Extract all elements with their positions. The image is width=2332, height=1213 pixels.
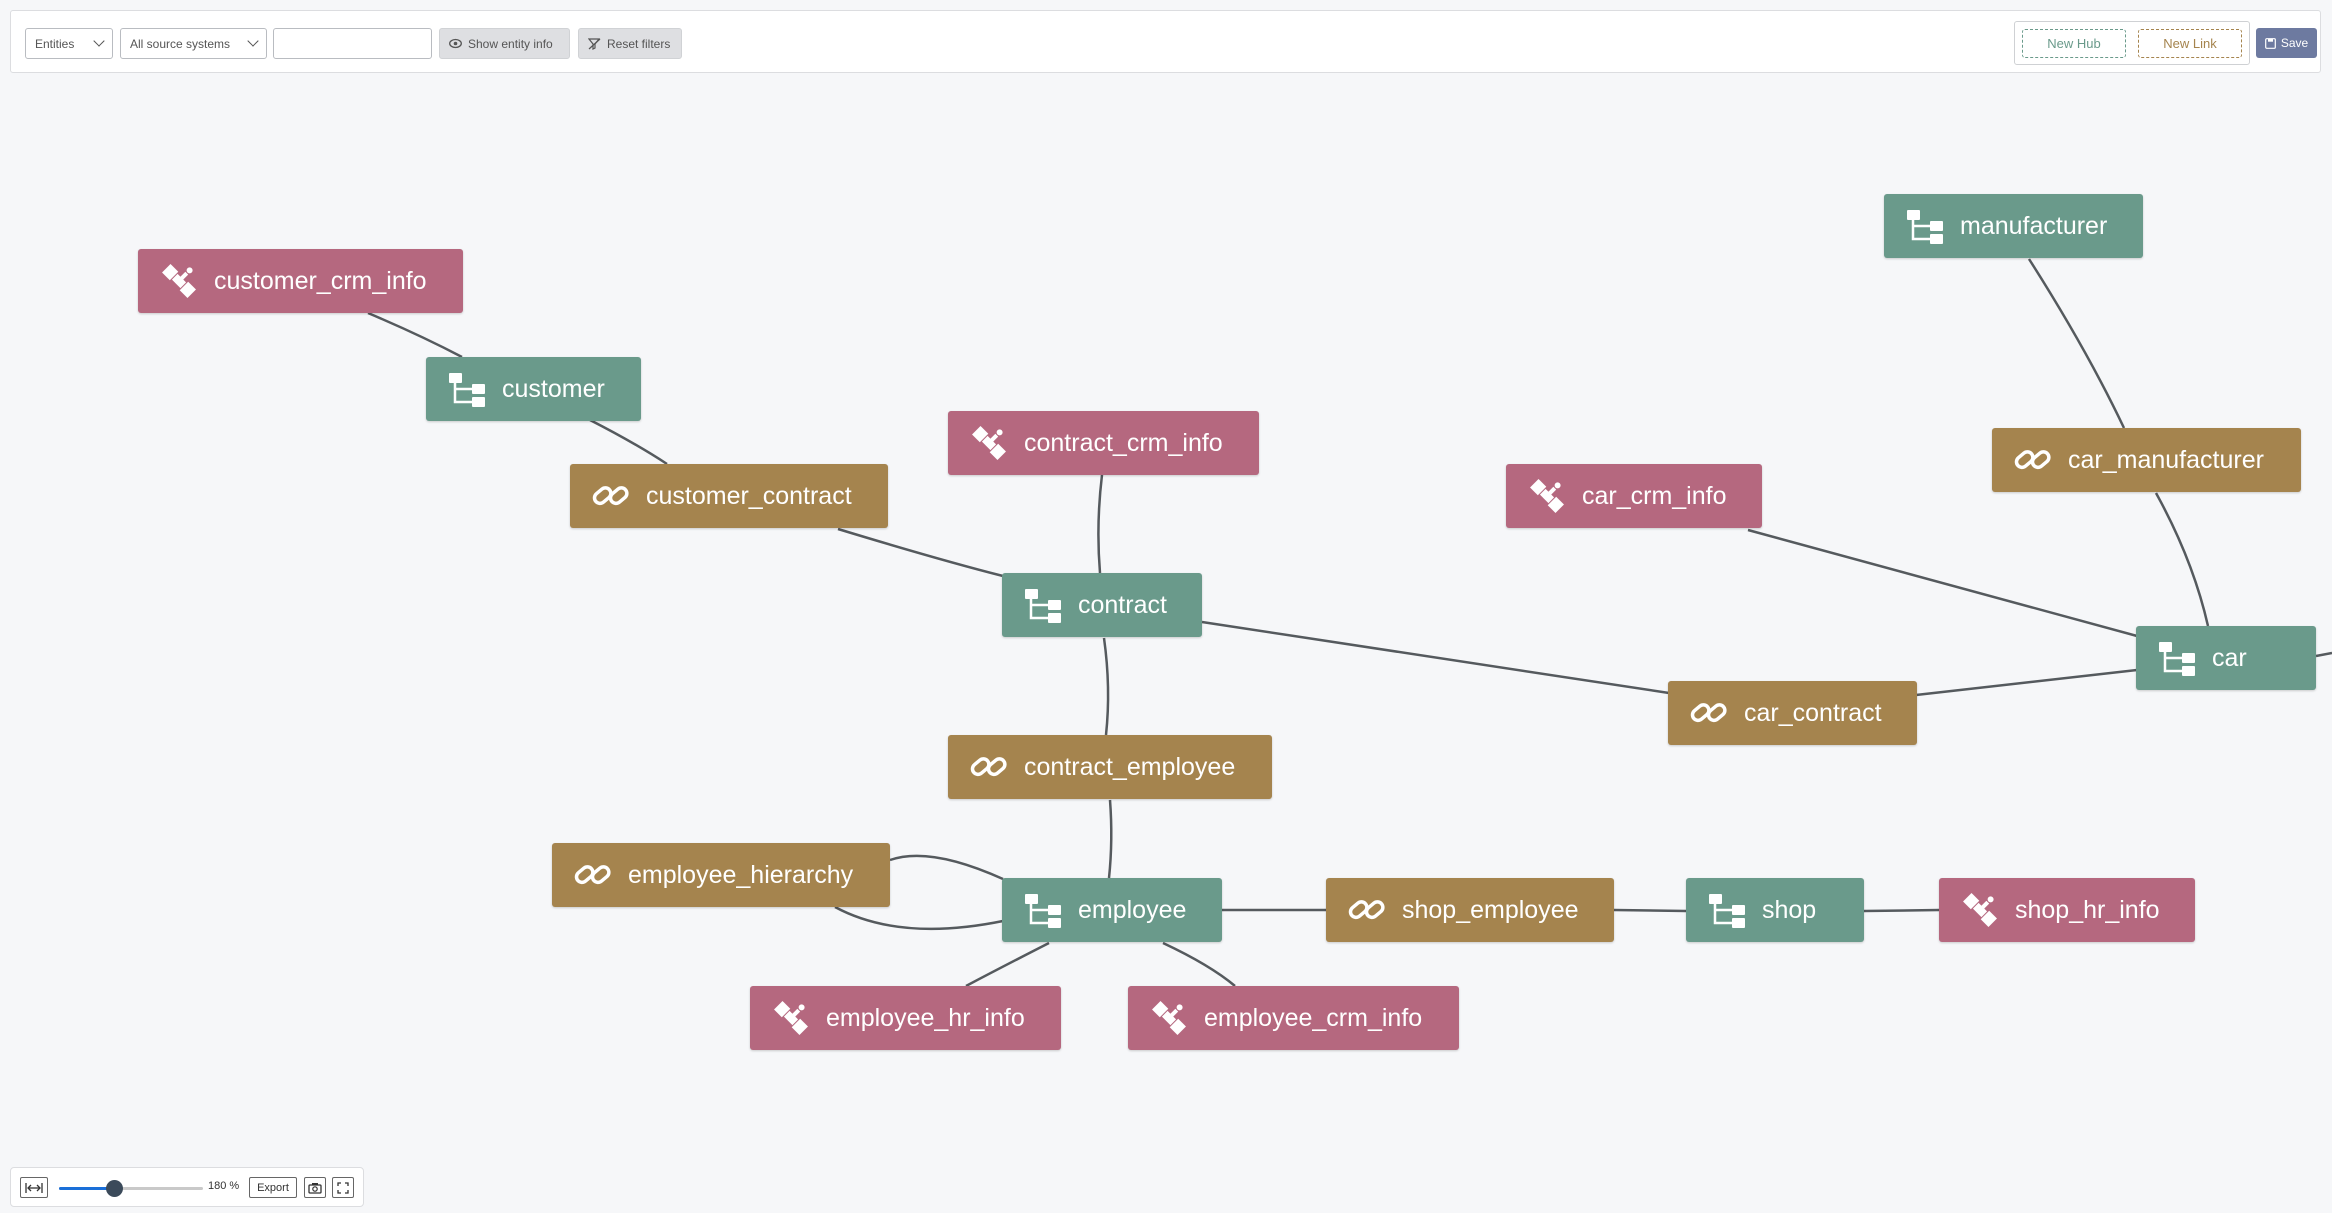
node-shop[interactable]: shop bbox=[1686, 878, 1864, 942]
hub-icon bbox=[2157, 638, 2197, 678]
edge-employee-hierarchy-employee-top bbox=[889, 854, 1004, 881]
link-chain-icon bbox=[2013, 440, 2053, 480]
link-chain-icon bbox=[591, 476, 631, 516]
node-label: car bbox=[2212, 643, 2247, 672]
node-label: customer bbox=[502, 374, 605, 403]
link-chain-icon bbox=[969, 747, 1009, 787]
edge-car-offscreen bbox=[2315, 651, 2332, 658]
node-employee-crm-info[interactable]: employee_crm_info bbox=[1128, 986, 1459, 1050]
node-customer-contract[interactable]: customer_contract bbox=[570, 464, 888, 528]
node-label: employee bbox=[1078, 895, 1187, 924]
satellite-icon bbox=[1149, 998, 1189, 1038]
satellite-icon bbox=[771, 998, 811, 1038]
node-car[interactable]: car bbox=[2136, 626, 2316, 690]
zoom-slider-thumb[interactable] bbox=[105, 1180, 123, 1197]
satellite-icon bbox=[159, 261, 199, 301]
zoom-value: 180 bbox=[208, 1180, 227, 1192]
edge-employee-hierarchy-employee-bottom bbox=[834, 905, 1004, 931]
node-label: car_crm_info bbox=[1582, 481, 1727, 510]
node-label: shop_employee bbox=[1402, 895, 1579, 924]
fullscreen-icon bbox=[337, 1181, 349, 1194]
edge-customer-crm-info-customer bbox=[367, 311, 463, 359]
hub-icon bbox=[1023, 890, 1063, 930]
hub-icon bbox=[1023, 585, 1063, 625]
edge-car-manufacturer-car bbox=[2154, 492, 2210, 627]
edge-contract-crm-info-contract bbox=[1097, 474, 1104, 574]
edge-customer-contract-contract bbox=[837, 527, 1004, 578]
camera-icon bbox=[308, 1182, 322, 1194]
node-label: shop_hr_info bbox=[2015, 895, 2160, 924]
node-label: car_contract bbox=[1744, 698, 1882, 727]
node-employee-hr-info[interactable]: employee_hr_info bbox=[750, 986, 1061, 1050]
export-label: Export bbox=[257, 1181, 289, 1194]
node-label: employee_hr_info bbox=[826, 1003, 1025, 1032]
node-customer[interactable]: customer bbox=[426, 357, 641, 421]
edge-customer-customer-contract bbox=[589, 418, 668, 466]
node-label: contract_employee bbox=[1024, 752, 1236, 781]
zoom-unit: % bbox=[229, 1180, 240, 1192]
link-chain-icon bbox=[1689, 693, 1729, 733]
node-contract-employee[interactable]: contract_employee bbox=[948, 735, 1272, 799]
node-shop-employee[interactable]: shop_employee bbox=[1326, 878, 1614, 942]
zoom-controls: 180 % Export bbox=[10, 1167, 364, 1207]
edge-contract-employee-employee bbox=[1107, 799, 1113, 879]
node-label: car_manufacturer bbox=[2068, 445, 2264, 474]
node-contract-crm-info[interactable]: contract_crm_info bbox=[948, 411, 1259, 475]
fit-width-button[interactable] bbox=[20, 1177, 48, 1198]
node-label: contract_crm_info bbox=[1024, 428, 1223, 457]
node-label: contract bbox=[1078, 590, 1167, 619]
export-button[interactable]: Export bbox=[249, 1177, 297, 1198]
hub-icon bbox=[1905, 206, 1945, 246]
edge-car-contract-car bbox=[1915, 668, 2138, 697]
fullscreen-button[interactable] bbox=[332, 1177, 354, 1198]
edge-shop-shop-hr-info bbox=[1863, 908, 1940, 913]
satellite-icon bbox=[1960, 890, 2000, 930]
node-label: customer_crm_info bbox=[214, 266, 427, 295]
node-car-contract[interactable]: car_contract bbox=[1668, 681, 1917, 745]
edge-employee-employee-hr-info bbox=[965, 941, 1050, 988]
node-label: shop bbox=[1762, 895, 1817, 924]
node-contract[interactable]: contract bbox=[1002, 573, 1202, 637]
edge-shop-employee-shop bbox=[1613, 908, 1687, 913]
edge-contract-car-contract bbox=[1201, 620, 1670, 695]
node-label: employee_crm_info bbox=[1204, 1003, 1423, 1032]
node-employee-hierarchy[interactable]: employee_hierarchy bbox=[552, 843, 890, 907]
node-label: employee_hierarchy bbox=[628, 860, 854, 889]
edge-employee-employee-crm-info bbox=[1162, 941, 1236, 987]
node-customer-crm-info[interactable]: customer_crm_info bbox=[138, 249, 463, 313]
hub-icon bbox=[447, 369, 487, 409]
zoom-slider[interactable] bbox=[59, 1180, 203, 1197]
satellite-icon bbox=[1527, 476, 1567, 516]
satellite-icon bbox=[969, 423, 1009, 463]
node-car-crm-info[interactable]: car_crm_info bbox=[1506, 464, 1762, 528]
node-label: manufacturer bbox=[1960, 211, 2108, 240]
node-manufacturer[interactable]: manufacturer bbox=[1884, 194, 2143, 258]
edge-car-crm-info-car bbox=[1747, 528, 2138, 638]
fit-width-icon bbox=[25, 1182, 43, 1193]
hub-icon bbox=[1707, 890, 1747, 930]
node-car-manufacturer[interactable]: car_manufacturer bbox=[1992, 428, 2301, 492]
edge-manufacturer-car-manufacturer bbox=[2027, 258, 2126, 429]
link-chain-icon bbox=[1347, 890, 1387, 930]
screenshot-button[interactable] bbox=[304, 1177, 326, 1198]
zoom-readout: 180 % bbox=[208, 1180, 239, 1192]
node-employee[interactable]: employee bbox=[1002, 878, 1222, 942]
link-chain-icon bbox=[573, 855, 613, 895]
node-label: customer_contract bbox=[646, 481, 852, 510]
edge-contract-contract-employee bbox=[1102, 637, 1110, 736]
node-shop-hr-info[interactable]: shop_hr_info bbox=[1939, 878, 2195, 942]
